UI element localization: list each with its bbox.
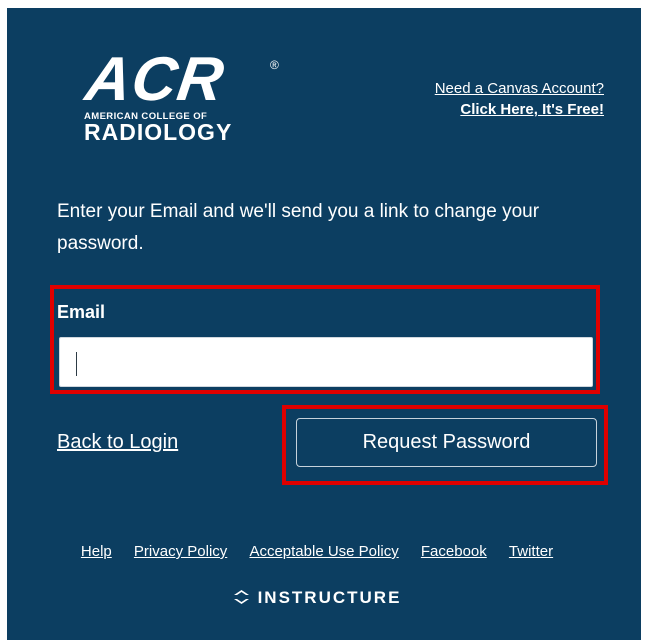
- email-input[interactable]: [59, 337, 593, 387]
- footer-link-acceptable-use-policy[interactable]: Acceptable Use Policy: [249, 543, 398, 560]
- footer-link-twitter[interactable]: Twitter: [509, 543, 553, 560]
- acr-logo: ACR ® AMERICAN COLLEGE OF RADIOLOGY: [82, 45, 282, 155]
- instructure-label: INSTRUCTURE: [257, 588, 402, 607]
- logo-registered-mark: ®: [270, 58, 279, 72]
- instructure-icon: [233, 590, 249, 604]
- canvas-account-links: Need a Canvas Account? Click Here, It's …: [435, 78, 604, 120]
- back-to-login-link[interactable]: Back to Login: [57, 431, 178, 454]
- email-label: Email: [57, 302, 106, 322]
- click-here-free-link[interactable]: Click Here, It's Free!: [435, 99, 604, 120]
- footer-link-help[interactable]: Help: [81, 543, 112, 560]
- footer-link-facebook[interactable]: Facebook: [421, 543, 487, 560]
- need-canvas-account-link[interactable]: Need a Canvas Account?: [435, 78, 604, 99]
- instructions-text: Enter your Email and we'll send you a li…: [57, 201, 540, 254]
- text-cursor: [76, 352, 77, 376]
- footer-link-privacy-policy[interactable]: Privacy Policy: [134, 543, 227, 560]
- footer-links: Help Privacy Policy Acceptable Use Polic…: [0, 543, 634, 560]
- logo-acr-text: ACR: [81, 45, 229, 114]
- instructure-brand: INSTRUCTURE: [0, 588, 634, 608]
- logo-radiology: RADIOLOGY: [84, 119, 233, 145]
- request-password-button[interactable]: Request Password: [296, 418, 597, 467]
